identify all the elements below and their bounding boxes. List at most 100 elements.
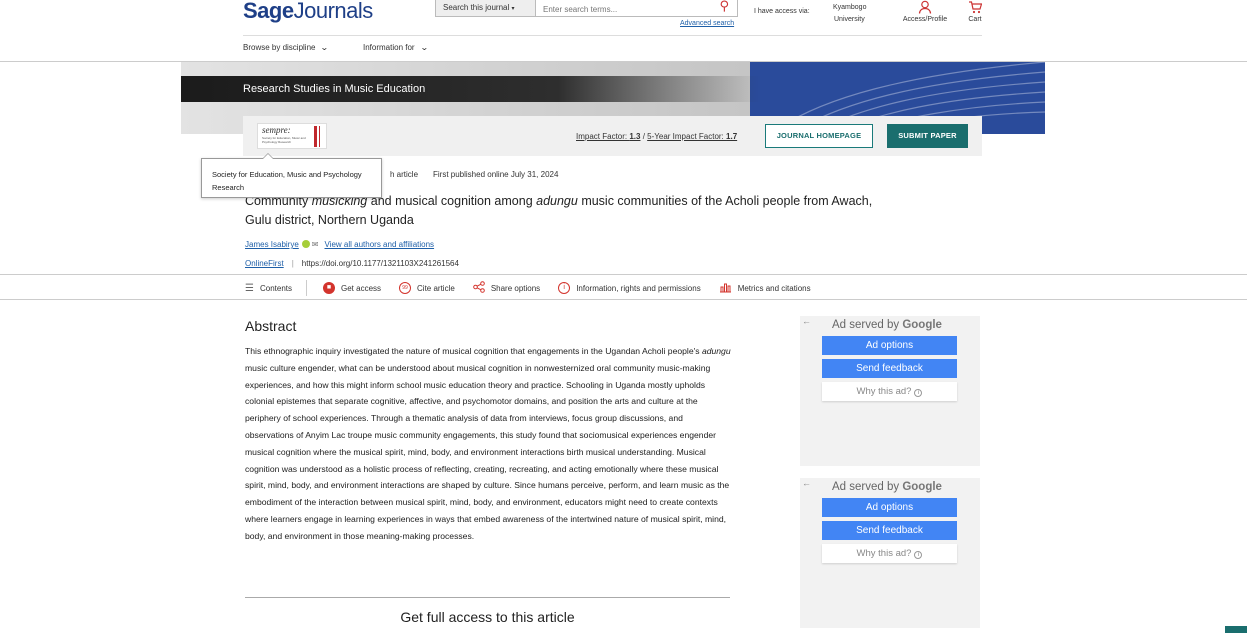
get-full-access-heading: Get full access to this article [400,609,575,625]
metrics-label: Metrics and citations [737,283,811,293]
share-icon [473,280,485,296]
access-profile-label: Access/Profile [902,16,948,23]
email-icon[interactable]: ✉ [312,240,319,249]
toolbar-bottom-border [0,299,1247,300]
share-options-button[interactable]: Share options [473,280,541,296]
cart-button[interactable]: Cart [965,0,985,23]
contents-button[interactable]: ☰ Contents [245,283,292,294]
why-this-ad-button[interactable]: Why this ad? i [822,544,957,563]
info-icon: i [914,551,923,559]
orcid-icon[interactable] [301,240,310,248]
get-access-button[interactable]: ■ Get access [323,282,381,294]
sage-journals-logo[interactable]: SageJournals [243,0,373,24]
browse-by-discipline-menu[interactable]: Browse by discipline ⌄ [243,43,330,52]
information-rights-button[interactable]: i Information, rights and permissions [558,282,701,294]
search-scope-select[interactable]: Search this journal ▾ [436,0,536,16]
information-for-menu[interactable]: Information for ⌄ [363,43,429,52]
send-feedback-button[interactable]: Send feedback [822,521,957,540]
abstract-italic: adungu [701,346,731,356]
cite-icon: 99 [399,282,412,294]
doi-link[interactable]: https://doi.org/10.1177/1321103X24126156… [302,259,459,268]
info-icon: i [558,282,571,294]
sempre-logo-text: sempre: [262,125,291,135]
info-icon: i [914,389,923,397]
author-link[interactable]: James Isabirye [245,240,299,249]
abstract-text: This ethnographic inquiry investigated t… [245,343,731,545]
chevron-down-icon: ⌄ [419,43,429,52]
title-italic: adungu [536,194,578,208]
google-logo: Google [902,481,942,493]
cite-article-button[interactable]: 99 Cite article [399,282,455,294]
impact-factor-label: Impact Factor: [576,132,630,141]
bar-chart-icon [719,281,732,296]
article-type: h article [390,170,419,179]
search-icon[interactable]: ⚲ [719,0,729,14]
institution-line-1: Kyambogo [833,4,867,11]
back-arrow-icon[interactable]: ← [802,316,811,326]
ad-served-label: Ad served by [832,481,903,493]
chevron-down-icon: ▾ [511,6,515,12]
lock-icon: ■ [323,282,335,294]
article-toolbar: ☰ Contents ■ Get access 99 Cite article Sha… [245,280,829,296]
separator: | [291,259,294,268]
logo-bar [314,126,317,147]
submit-paper-button[interactable]: SUBMIT PAPER [887,124,968,148]
get-access-label: Get access [341,283,382,293]
title-part: and musical cognition among [367,194,537,208]
onlinefirst-link[interactable]: OnlineFirst [245,259,284,268]
metrics-citations-button[interactable]: Metrics and citations [719,281,811,296]
why-this-ad-label: Why this ad? [856,386,912,397]
ad-served-label: Ad served by [832,319,903,331]
ad-options-button[interactable]: Ad options [822,498,957,517]
institution-line-2: University [834,16,865,23]
why-this-ad-label: Why this ad? [856,548,912,559]
journal-homepage-button[interactable]: JOURNAL HOMEPAGE [765,124,873,148]
logo-light: Journals [293,0,374,23]
abstract-text-part: music culture engender, what can be unde… [245,362,730,541]
author-row: James Isabirye ✉ View all authors and affi… [245,240,434,249]
journal-title[interactable]: Research Studies in Music Education [181,76,761,102]
sempre-logo-subtext: Society for Education, Music and Psychol… [262,136,306,144]
cart-icon [965,0,985,16]
logo-bar [319,126,320,147]
information-label: Information, rights and permissions [576,283,701,293]
five-year-impact-value: 1.7 [726,132,738,141]
journal-info-bar: sempre: Society for Education, Music and… [243,116,982,156]
google-logo: Google [902,319,942,331]
institution-name[interactable]: Kyambogo University [833,2,873,26]
access-profile-button[interactable]: Access/Profile [900,0,950,23]
search-scope-label: Search this journal [443,3,510,12]
access-via-label: I have access via: [754,8,810,15]
cite-label: Cite article [417,283,455,293]
impact-factor-value: 1.3 [629,132,641,141]
search-bar: Search this journal ▾ ⚲ [435,0,738,17]
share-label: Share options [490,283,541,293]
abstract-heading: Abstract [245,318,297,334]
published-date: First published online July 31, 2024 [433,170,559,179]
doi-row: OnlineFirst | https://doi.org/10.1177/1321… [245,259,459,268]
information-label: Information for [363,43,415,52]
user-icon [900,0,950,16]
search-input[interactable] [536,0,737,16]
send-feedback-button[interactable]: Send feedback [822,359,957,378]
view-all-authors-link[interactable]: View all authors and affiliations [325,240,435,249]
why-this-ad-button[interactable]: Why this ad? i [822,382,957,401]
impact-factor[interactable]: Impact Factor: 1.3 / 5-Year Impact Facto… [576,132,737,141]
abstract-text-part: This ethnographic inquiry investigated t… [245,346,702,356]
ad-served-by: Ad served by Google [832,319,942,331]
toolbar-divider [306,280,307,296]
back-arrow-icon[interactable]: ← [802,478,811,488]
contents-label: Contents [259,283,292,293]
ad-panel: ← Ad served by Google Ad options Send fe… [800,478,980,628]
ad-options-button[interactable]: Ad options [822,336,957,355]
list-icon: ☰ [245,282,254,294]
ad-served-by: Ad served by Google [832,481,942,493]
advanced-search-link[interactable]: Advanced search [680,20,734,27]
ad-panel: ← Ad served by Google Ad options Send fe… [800,316,980,466]
sempre-logo[interactable]: sempre: Society for Education, Music and… [257,123,327,149]
browse-label: Browse by discipline [243,43,316,52]
header-divider [243,35,982,36]
feedback-widget[interactable] [1225,626,1247,633]
chevron-down-icon: ⌄ [320,43,330,52]
five-year-impact-label: 5-Year Impact Factor: [647,132,727,141]
